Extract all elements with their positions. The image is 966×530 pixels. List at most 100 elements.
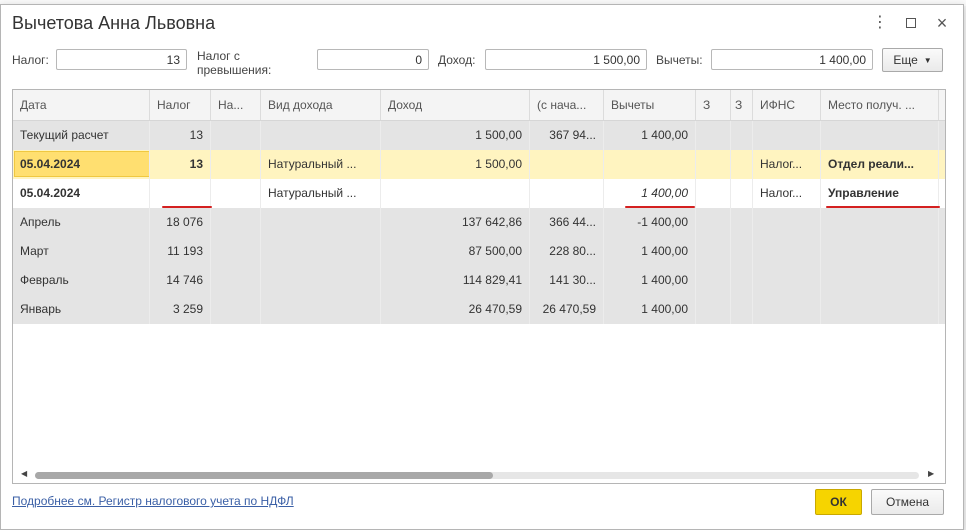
cell-ifns xyxy=(753,208,821,237)
cell-tax xyxy=(150,179,211,208)
col-income-type[interactable]: Вид дохода xyxy=(261,90,381,120)
cell-date: Февраль xyxy=(13,266,150,295)
col-z2[interactable]: З xyxy=(731,90,753,120)
red-annotation-underline xyxy=(826,206,940,208)
col-place[interactable]: Место получ. ... xyxy=(821,90,939,120)
table-row[interactable]: Январь 3 259 26 470,59 26 470,59 1 400,0… xyxy=(13,295,945,325)
scroll-right-icon[interactable]: ▶ xyxy=(928,469,934,478)
excess-tax-label-line1: Налог с xyxy=(197,49,240,63)
horizontal-scrollbar[interactable]: ◀ ▶ xyxy=(13,466,945,482)
cell-income: 1 500,00 xyxy=(381,150,530,179)
cell-ifns xyxy=(753,237,821,266)
close-icon[interactable]: × xyxy=(934,13,950,33)
cell-tax: 11 193 xyxy=(150,237,211,266)
cancel-button[interactable]: Отмена xyxy=(871,489,944,515)
cell-place xyxy=(821,121,939,150)
table-row[interactable]: Март 11 193 87 500,00 228 80... 1 400,00 xyxy=(13,237,945,267)
cell-deductions xyxy=(604,150,696,179)
table-row[interactable]: 05.04.2024 Натуральный ... 1 400,00 Нало… xyxy=(13,179,945,209)
cell-z1 xyxy=(696,179,731,208)
cell-since-start xyxy=(530,179,604,208)
table-row[interactable]: Февраль 14 746 114 829,41 141 30... 1 40… xyxy=(13,266,945,296)
excess-tax-field[interactable] xyxy=(317,49,429,70)
cell-ifns xyxy=(753,121,821,150)
cell-date: Текущий расчет xyxy=(13,121,150,150)
tax-field[interactable] xyxy=(56,49,187,70)
cell-z1 xyxy=(696,121,731,150)
income-label: Доход: xyxy=(438,53,476,67)
cell-ifns xyxy=(753,295,821,324)
cell-na xyxy=(211,295,261,324)
red-annotation-underline xyxy=(162,206,212,208)
cell-na xyxy=(211,179,261,208)
cell-income-type xyxy=(261,266,381,295)
cell-since-start: 366 44... xyxy=(530,208,604,237)
cell-since-start: 367 94... xyxy=(530,121,604,150)
cell-place xyxy=(821,208,939,237)
col-ifns[interactable]: ИФНС xyxy=(753,90,821,120)
cell-place xyxy=(821,295,939,324)
table-row[interactable]: Апрель 18 076 137 642,86 366 44... -1 40… xyxy=(13,208,945,238)
cell-deductions: -1 400,00 xyxy=(604,208,696,237)
scroll-left-icon[interactable]: ◀ xyxy=(21,469,27,478)
cell-date: 05.04.2024 xyxy=(13,150,150,179)
cell-na xyxy=(211,208,261,237)
tax-register-table: Дата Налог На... Вид дохода Доход (с нач… xyxy=(12,89,946,484)
cell-since-start: 26 470,59 xyxy=(530,295,604,324)
cell-income-type xyxy=(261,208,381,237)
col-z1[interactable]: З xyxy=(696,90,731,120)
cell-income-type: Натуральный ... xyxy=(261,150,381,179)
excess-tax-label-line2: превышения: xyxy=(197,63,272,77)
cell-z1 xyxy=(696,237,731,266)
col-deductions[interactable]: Вычеты xyxy=(604,90,696,120)
register-link[interactable]: Подробнее см. Регистр налогового учета п… xyxy=(12,494,294,508)
cell-income: 114 829,41 xyxy=(381,266,530,295)
cell-income xyxy=(381,179,530,208)
excess-tax-label: Налог с превышения: xyxy=(197,49,271,77)
cell-deductions: 1 400,00 xyxy=(604,121,696,150)
deductions-label: Вычеты: xyxy=(656,53,703,67)
tax-details-dialog: Вычетова Анна Львовна ⋮ × Налог: Налог с… xyxy=(0,4,964,530)
cell-place xyxy=(821,266,939,295)
cell-income-type: Натуральный ... xyxy=(261,179,381,208)
cell-place xyxy=(821,237,939,266)
cell-z1 xyxy=(696,208,731,237)
scrollbar-thumb[interactable] xyxy=(35,472,493,479)
cell-ifns: Налог... xyxy=(753,150,821,179)
cell-deductions: 1 400,00 xyxy=(604,237,696,266)
col-na[interactable]: На... xyxy=(211,90,261,120)
cell-z2 xyxy=(731,121,753,150)
cell-deductions: 1 400,00 xyxy=(604,295,696,324)
cell-ifns: Налог... xyxy=(753,179,821,208)
cell-income: 87 500,00 xyxy=(381,237,530,266)
cell-na xyxy=(211,121,261,150)
red-annotation-underline xyxy=(625,206,695,208)
cell-since-start: 141 30... xyxy=(530,266,604,295)
more-menu-label: Еще xyxy=(893,53,918,67)
cell-z2 xyxy=(731,179,753,208)
table-row-selected[interactable]: 05.04.2024 13 Натуральный ... 1 500,00 Н… xyxy=(13,150,945,180)
deductions-field[interactable] xyxy=(711,49,873,70)
col-date[interactable]: Дата xyxy=(13,90,150,120)
title-bar: Вычетова Анна Львовна ⋮ × xyxy=(1,5,963,41)
cell-z1 xyxy=(696,266,731,295)
tax-label: Налог: xyxy=(12,53,49,67)
cell-since-start xyxy=(530,150,604,179)
col-income[interactable]: Доход xyxy=(381,90,530,120)
cell-z2 xyxy=(731,208,753,237)
table-row[interactable]: Текущий расчет 13 1 500,00 367 94... 1 4… xyxy=(13,121,945,151)
cell-income-type xyxy=(261,121,381,150)
col-tax[interactable]: Налог xyxy=(150,90,211,120)
ok-button[interactable]: ОК xyxy=(815,489,862,515)
cell-deductions: 1 400,00 xyxy=(604,266,696,295)
col-since-start[interactable]: (с нача... xyxy=(530,90,604,120)
cell-z1 xyxy=(696,295,731,324)
maximize-icon[interactable] xyxy=(903,15,919,31)
dialog-title: Вычетова Анна Львовна xyxy=(12,13,216,33)
cell-tax: 3 259 xyxy=(150,295,211,324)
income-field[interactable] xyxy=(485,49,647,70)
more-vertical-icon[interactable]: ⋮ xyxy=(872,15,888,31)
more-menu-button[interactable]: Еще ▼ xyxy=(882,48,943,72)
cell-income: 1 500,00 xyxy=(381,121,530,150)
cell-tax: 18 076 xyxy=(150,208,211,237)
